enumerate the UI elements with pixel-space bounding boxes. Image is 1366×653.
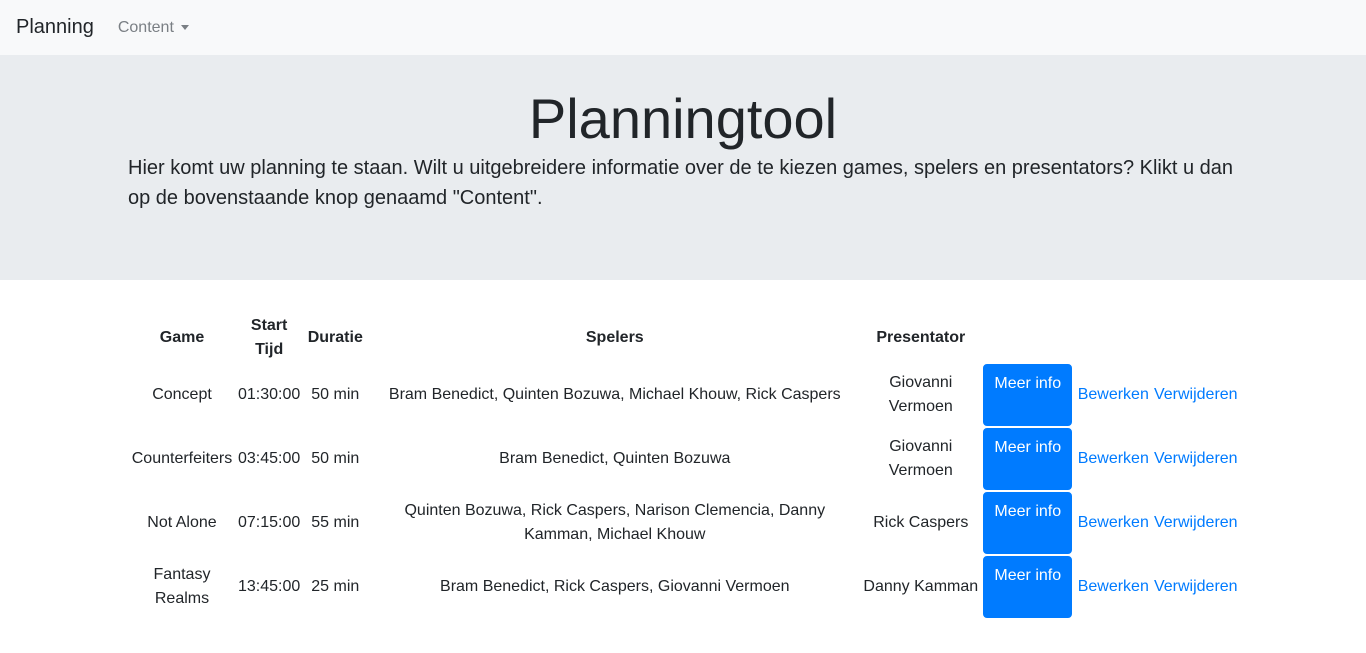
cell-start-time: 03:45:00 bbox=[238, 450, 301, 467]
cell-players: Bram Benedict, Quinten Bozuwa bbox=[499, 450, 731, 467]
edit-link[interactable]: Bewerken bbox=[1078, 514, 1149, 531]
header-info bbox=[980, 313, 1075, 363]
page-title: Planningtool bbox=[528, 87, 838, 150]
edit-link[interactable]: Bewerken bbox=[1078, 450, 1149, 467]
cell-presenter: Danny Kamman bbox=[863, 578, 979, 595]
intro-text: Hier komt uw planning te staan. Wilt u u… bbox=[128, 157, 1234, 209]
cell-start-time: 07:15:00 bbox=[238, 514, 301, 531]
table-row: Fantasy Realms 13:45:00 25 min Bram Bene… bbox=[128, 555, 1240, 619]
edit-link[interactable]: Bewerken bbox=[1078, 578, 1149, 595]
cell-edit: Bewerken bbox=[1075, 427, 1151, 491]
cell-edit: Bewerken bbox=[1075, 363, 1151, 427]
header-edit bbox=[1075, 313, 1151, 363]
cell-info: Meer info bbox=[980, 491, 1075, 555]
cell-info: Meer info bbox=[980, 363, 1075, 427]
table-row: Not Alone 07:15:00 55 min Quinten Bozuwa… bbox=[128, 491, 1240, 555]
cell-start-time: 13:45:00 bbox=[238, 578, 301, 595]
cell-game: Fantasy Realms bbox=[153, 566, 211, 607]
header-duration: Duratie bbox=[307, 329, 363, 346]
cell-players: Quinten Bozuwa, Rick Caspers, Narison Cl… bbox=[404, 502, 826, 543]
cell-duration: 50 min bbox=[311, 386, 360, 403]
cell-players: Bram Benedict, Rick Caspers, Giovanni Ve… bbox=[440, 578, 790, 595]
cell-duration: 55 min bbox=[311, 514, 360, 531]
navbar: Planning Content bbox=[0, 0, 1366, 55]
delete-link[interactable]: Verwijderen bbox=[1154, 450, 1238, 467]
cell-info: Meer info bbox=[980, 555, 1075, 619]
planning-table-container: Game Start Tijd Duratie Spelers Presenta… bbox=[128, 313, 1240, 619]
caret-down-icon bbox=[180, 25, 189, 30]
cell-info: Meer info bbox=[980, 427, 1075, 491]
delete-link[interactable]: Verwijderen bbox=[1154, 386, 1238, 403]
cell-duration: 50 min bbox=[311, 450, 360, 467]
cell-delete: Verwijderen bbox=[1151, 555, 1240, 619]
header-start-time: Start Tijd bbox=[250, 317, 288, 358]
cell-delete: Verwijderen bbox=[1151, 363, 1240, 427]
cell-presenter: Giovanni Vermoen bbox=[888, 438, 953, 479]
meer-info-button[interactable]: Meer info bbox=[983, 364, 1073, 426]
planning-table: Game Start Tijd Duratie Spelers Presenta… bbox=[128, 313, 1240, 619]
cell-start-time: 01:30:00 bbox=[238, 386, 301, 403]
content-dropdown-label: Content bbox=[117, 18, 174, 36]
cell-game: Concept bbox=[152, 386, 212, 403]
meer-info-button[interactable]: Meer info bbox=[983, 556, 1073, 618]
table-header-row: Game Start Tijd Duratie Spelers Presenta… bbox=[128, 313, 1240, 363]
edit-link[interactable]: Bewerken bbox=[1078, 386, 1149, 403]
cell-edit: Bewerken bbox=[1075, 555, 1151, 619]
navbar-brand[interactable]: Planning bbox=[16, 16, 94, 39]
content-dropdown[interactable]: Content bbox=[118, 19, 189, 37]
table-row: Concept 01:30:00 50 min Bram Benedict, Q… bbox=[128, 363, 1240, 427]
cell-presenter: Rick Caspers bbox=[873, 514, 969, 531]
cell-edit: Bewerken bbox=[1075, 491, 1151, 555]
table-row: Counterfeiters 03:45:00 50 min Bram Bene… bbox=[128, 427, 1240, 491]
meer-info-button[interactable]: Meer info bbox=[983, 492, 1073, 554]
delete-link[interactable]: Verwijderen bbox=[1154, 514, 1238, 531]
cell-delete: Verwijderen bbox=[1151, 491, 1240, 555]
header-game: Game bbox=[159, 329, 205, 346]
meer-info-button[interactable]: Meer info bbox=[983, 428, 1073, 490]
jumbotron: Planningtool Hier komt uw planning te st… bbox=[0, 55, 1366, 280]
header-delete bbox=[1151, 313, 1240, 363]
header-players: Spelers bbox=[585, 329, 644, 346]
delete-link[interactable]: Verwijderen bbox=[1154, 578, 1238, 595]
cell-game: Not Alone bbox=[147, 514, 217, 531]
cell-game: Counterfeiters bbox=[131, 450, 233, 467]
header-presenter: Presentator bbox=[876, 329, 966, 346]
cell-players: Bram Benedict, Quinten Bozuwa, Michael K… bbox=[388, 386, 841, 403]
cell-delete: Verwijderen bbox=[1151, 427, 1240, 491]
cell-presenter: Giovanni Vermoen bbox=[888, 374, 953, 415]
cell-duration: 25 min bbox=[311, 578, 360, 595]
